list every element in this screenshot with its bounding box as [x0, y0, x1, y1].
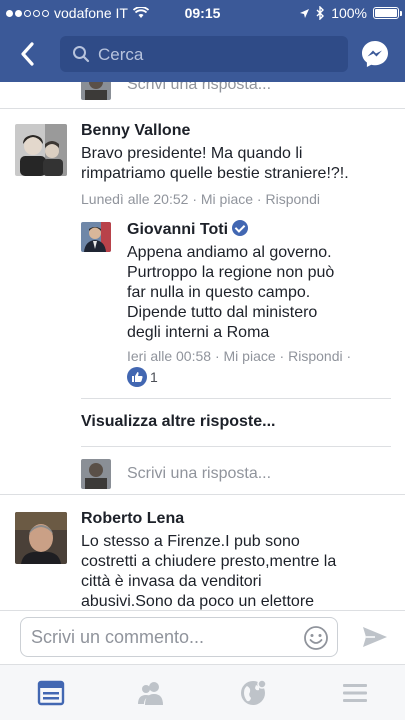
- comment-text-line: rimpatriamo quelle bestie straniere!?!.: [81, 165, 349, 182]
- comment-author[interactable]: Roberto Lena: [81, 510, 184, 528]
- reply-input-placeholder[interactable]: Scrivi una risposta...: [127, 82, 271, 94]
- comment-text-line: Lo stesso a Firenze.I pub sono: [81, 533, 300, 550]
- bluetooth-icon: [316, 6, 325, 20]
- nav-bar: Cerca: [0, 26, 405, 82]
- divider: [0, 108, 405, 109]
- reply-text-line: Appena andiamo al governo.: [127, 244, 332, 261]
- battery-icon: [373, 7, 402, 19]
- like-count[interactable]: 1: [150, 369, 158, 385]
- location-icon: [300, 8, 310, 18]
- friends-icon[interactable]: [136, 679, 166, 707]
- battery-percent: 100%: [331, 5, 367, 21]
- like-reaction-icon[interactable]: [127, 367, 147, 387]
- avatar-giovanni-toti[interactable]: [81, 222, 111, 252]
- menu-icon[interactable]: [340, 679, 370, 707]
- status-bar: vodafone IT 09:15 100%: [0, 0, 405, 26]
- comment-text-line: Bravo presidente! Ma quando li: [81, 145, 303, 162]
- emoji-icon[interactable]: [303, 625, 329, 651]
- comment-text: Bravo presidente! Ma quando li rimpatria…: [81, 144, 396, 184]
- send-icon[interactable]: [361, 625, 389, 649]
- comment-text: Lo stesso a Firenze.I pub sono costretti…: [81, 532, 401, 610]
- comment-composer: Scrivi un commento...: [0, 610, 405, 664]
- view-more-replies-link[interactable]: Visualizza altre risposte...: [81, 413, 275, 431]
- comment-input[interactable]: Scrivi un commento...: [20, 617, 338, 657]
- comment-meta: Lunedì alle 20:52 · Mi piace · Rispondi: [81, 191, 320, 207]
- comment-text-line: costretti a chiudere presto,mentre la: [81, 553, 337, 570]
- comment-timestamp[interactable]: Lunedì alle 20:52: [81, 191, 188, 207]
- avatar: [81, 82, 111, 100]
- divider: [81, 398, 391, 399]
- verified-badge-icon: [232, 220, 249, 236]
- reply-link[interactable]: Rispondi: [265, 191, 319, 207]
- reply-text-line: degli interni a Roma: [127, 324, 270, 341]
- avatar-benny-vallone[interactable]: [15, 124, 67, 176]
- like-link[interactable]: Mi piace: [201, 191, 253, 207]
- status-right: 100%: [299, 5, 402, 21]
- avatar-roberto-lena[interactable]: [15, 512, 67, 564]
- reply-text: Appena andiamo al governo. Purtroppo la …: [127, 243, 397, 343]
- reply-input-placeholder[interactable]: Scrivi una risposta...: [127, 465, 271, 483]
- divider: [0, 494, 405, 495]
- tab-bar: [0, 664, 405, 720]
- comment-text-line: abusivi.Sono da poco un elettore: [81, 593, 315, 610]
- comment-author[interactable]: Benny Vallone: [81, 122, 190, 140]
- reply-meta: Ieri alle 00:58 · Mi piace · Rispondi ·: [127, 348, 352, 364]
- reply-text-line: far nulla in questo campo.: [127, 284, 311, 301]
- reply-text-line: Dipende tutto dal ministero: [127, 304, 318, 321]
- reply-timestamp[interactable]: Ieri alle 00:58: [127, 348, 211, 364]
- messenger-icon[interactable]: [359, 38, 391, 70]
- comment-input-placeholder: Scrivi un commento...: [31, 627, 205, 647]
- comment-thread: Scrivi una risposta... Benny Vallone Bra…: [0, 82, 405, 610]
- reply-text-line: Purtroppo la regione non può: [127, 264, 335, 281]
- reply-author[interactable]: Giovanni Toti: [127, 220, 249, 239]
- reply-author-name: Giovanni Toti: [127, 221, 229, 238]
- globe-icon[interactable]: [238, 679, 268, 707]
- avatar: [81, 459, 111, 489]
- like-link[interactable]: Mi piace: [224, 348, 276, 364]
- search-placeholder: Cerca: [98, 45, 144, 64]
- news-feed-icon[interactable]: [36, 679, 66, 707]
- comment-text-line: città è invasa da venditori: [81, 573, 262, 590]
- search-icon: [73, 46, 90, 63]
- reply-link[interactable]: Rispondi: [288, 348, 342, 364]
- search-bar[interactable]: Cerca: [60, 36, 348, 72]
- divider: [81, 446, 391, 447]
- back-arrow-icon[interactable]: [14, 38, 42, 70]
